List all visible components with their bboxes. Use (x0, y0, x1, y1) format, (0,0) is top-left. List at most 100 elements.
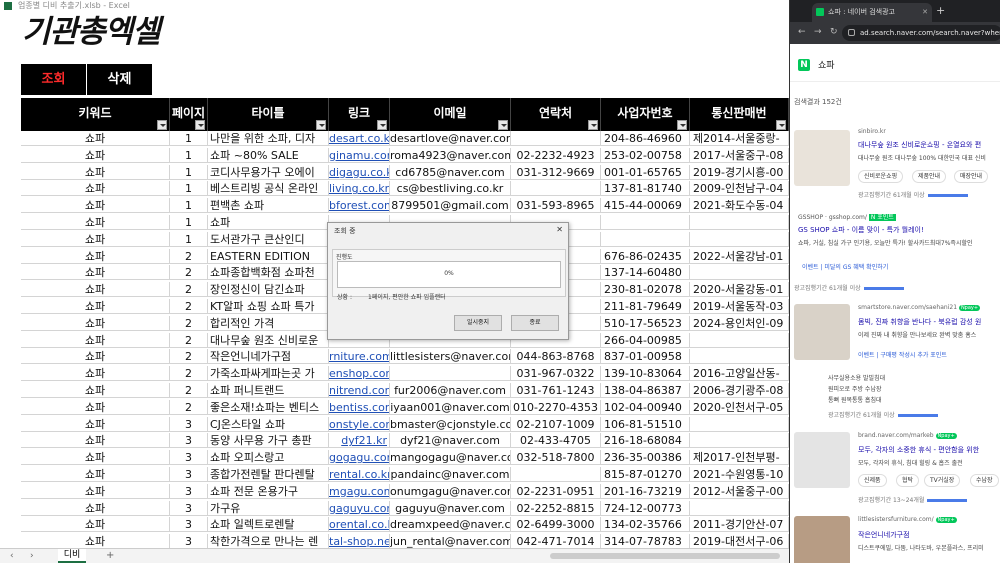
table-cell[interactable] (390, 366, 511, 382)
ad-event[interactable]: 이벤트 | 구매평 작성시 추가 포인트 (858, 350, 947, 359)
table-cell[interactable]: 134-02-35766 (601, 517, 690, 533)
table-cell[interactable]: dyf21@naver.com (390, 433, 511, 449)
ad-event[interactable]: 이벤트 | 미달의 GS 혜택 확인하기 (802, 262, 888, 271)
table-cell[interactable]: 139-10-83064 (601, 366, 690, 382)
table-cell[interactable]: 쇼파 (21, 231, 170, 247)
table-cell[interactable]: onstyle.com (329, 416, 390, 432)
ad-pill[interactable]: 협탁 (896, 474, 920, 487)
table-cell[interactable]: 2020-인천서구-05 (690, 399, 789, 415)
ad-pill[interactable]: 제품안내 (912, 170, 947, 183)
table-cell[interactable]: 2 (170, 299, 208, 314)
horizontal-scrollbar[interactable] (550, 553, 780, 559)
table-cell[interactable]: 쇼파 (21, 332, 170, 348)
table-cell[interactable]: rniture.com/ (329, 349, 390, 365)
table-cell[interactable]: 3 (170, 500, 208, 516)
close-icon[interactable]: ✕ (556, 225, 563, 234)
table-cell[interactable]: 031-312-9669 (511, 164, 601, 180)
table-cell[interactable]: onumgagu@naver.com (390, 483, 511, 499)
table-cell[interactable]: 211-81-79649 (601, 299, 690, 314)
table-cell[interactable]: 2 (170, 399, 208, 415)
table-cell[interactable]: 2017-서울중구-08 (690, 147, 789, 163)
table-cell[interactable]: 314-07-78783 (601, 534, 690, 550)
table-cell[interactable]: 2012-서울중구-00 (690, 483, 789, 499)
table-cell[interactable]: 3 (170, 517, 208, 533)
sheet-tab-dibi[interactable]: 디비 (58, 549, 86, 563)
table-cell[interactable]: 쇼파 (21, 248, 170, 264)
table-cell[interactable]: 쇼파 (21, 147, 170, 163)
ad-thumbnail[interactable] (794, 516, 850, 563)
reload-icon[interactable]: ↻ (830, 27, 838, 37)
table-cell[interactable]: 2011-경기안산-07 (690, 517, 789, 533)
table-cell[interactable]: 쇼파 (21, 450, 170, 466)
table-cell[interactable]: 제2017-인천부평- (690, 450, 789, 466)
table-cell[interactable]: 032-518-7800 (511, 450, 601, 466)
table-cell[interactable]: 138-04-86387 (601, 383, 690, 398)
ad-source[interactable]: littlesistersfurniture.com/ Npay+ (858, 516, 957, 523)
table-cell[interactable]: 쇼파 (21, 383, 170, 398)
table-cell[interactable]: 2 (170, 349, 208, 365)
naver-logo-icon[interactable]: N (798, 59, 810, 71)
table-cell[interactable]: iyaan001@naver.com (390, 399, 511, 415)
table-cell[interactable]: 작은언니네가구점 (208, 349, 329, 365)
table-cell[interactable]: 쇼파 오피스랑고 (208, 450, 329, 466)
table-cell[interactable]: mangogagu@naver.com (390, 450, 511, 466)
ad-pill[interactable]: TV거실장 (924, 474, 961, 487)
filter-dropdown-icon[interactable] (377, 120, 387, 130)
table-cell[interactable]: 쇼파 (21, 483, 170, 499)
table-cell[interactable]: 02-6499-3000 (511, 517, 601, 533)
table-cell[interactable]: 137-81-81740 (601, 181, 690, 197)
address-bar[interactable]: ad.search.naver.com/search.naver?where (842, 25, 1000, 41)
table-cell[interactable]: 가죽소파싸게파는곳 가 (208, 366, 329, 382)
table-cell[interactable]: 2 (170, 248, 208, 264)
table-cell[interactable]: 동양 사무용 가구 총판 (208, 433, 329, 449)
table-cell[interactable]: 137-14-60480 (601, 265, 690, 281)
table-cell[interactable]: 2016-고양일산동- (690, 366, 789, 382)
table-cell[interactable]: 쇼파 (21, 198, 170, 214)
table-cell[interactable]: 031-967-0322 (511, 366, 601, 382)
table-cell[interactable] (511, 467, 601, 482)
table-cell[interactable]: 3 (170, 483, 208, 499)
filter-dropdown-icon[interactable] (157, 120, 167, 130)
table-cell[interactable]: 204-86-46960 (601, 131, 690, 146)
ad-sublink[interactable]: 원피오로 주방 수납장 (828, 384, 882, 393)
table-cell[interactable]: 쇼파 (21, 131, 170, 146)
table-cell[interactable]: 1 (170, 181, 208, 197)
table-cell[interactable]: jun_rental@naver.com (390, 534, 511, 550)
table-cell[interactable] (690, 349, 789, 365)
table-cell[interactable]: 쇼파 (21, 315, 170, 331)
table-cell[interactable] (511, 131, 601, 146)
end-button[interactable]: 종료 (511, 315, 559, 331)
ad-source[interactable]: brand.naver.com/markeb Npay+ (858, 432, 957, 439)
table-cell[interactable]: 2020-서울강동-01 (690, 282, 789, 298)
tab-close-icon[interactable]: ✕ (922, 3, 928, 22)
table-cell[interactable]: 3 (170, 467, 208, 482)
table-cell[interactable]: ginamu.com (329, 147, 390, 163)
new-tab-icon[interactable]: + (936, 4, 945, 17)
table-cell[interactable] (690, 265, 789, 281)
filter-dropdown-icon[interactable] (677, 120, 687, 130)
table-cell[interactable]: 쇼파 (21, 517, 170, 533)
table-cell[interactable]: 합리적인 가격 (208, 315, 329, 331)
table-cell[interactable] (690, 500, 789, 516)
table-cell[interactable]: 1 (170, 198, 208, 214)
table-cell[interactable]: 2006-경기광주-08 (690, 383, 789, 398)
table-cell[interactable]: 2 (170, 315, 208, 331)
table-cell[interactable]: 쇼파 (21, 349, 170, 365)
ad-sublink[interactable]: 통뼈 원목통통 흡침대 (828, 395, 882, 404)
pause-button[interactable]: 일시중지 (454, 315, 502, 331)
table-cell[interactable]: 216-18-68084 (601, 433, 690, 449)
table-cell[interactable] (690, 215, 789, 230)
table-cell[interactable]: dyf21.kr (329, 433, 390, 449)
table-cell[interactable]: 쇼파 (21, 500, 170, 516)
search-button[interactable]: 조회 (21, 64, 86, 95)
table-cell[interactable]: 8799501@gmail.com (390, 198, 511, 214)
table-cell[interactable]: orental.co.kr (329, 517, 390, 533)
table-cell[interactable]: 쇼파 일렉트로렌탈 (208, 517, 329, 533)
table-cell[interactable]: 쇼파 ~80% SALE (208, 147, 329, 163)
table-cell[interactable]: gaguyu@naver.com (390, 500, 511, 516)
table-cell[interactable]: 02-2232-4923 (511, 147, 601, 163)
ad-sublink[interactable]: 사무실용소용 발빌침대 (828, 373, 885, 382)
ad-title[interactable]: 작은언니네가구점 (858, 530, 910, 540)
ad-pill[interactable]: 신비로운쇼핑 (858, 170, 904, 183)
table-cell[interactable] (690, 416, 789, 432)
